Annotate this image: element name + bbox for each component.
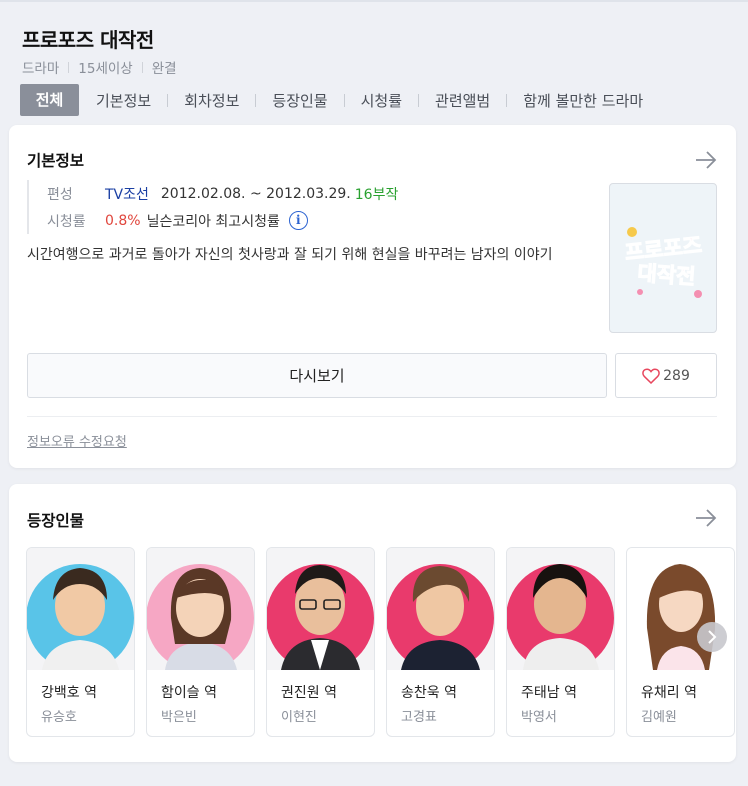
heart-icon (642, 368, 660, 384)
drama-description: 시간여행으로 과거로 돌아가 자신의 첫사랑과 잘 되기 위해 현실을 바꾸려는… (27, 247, 553, 263)
basic-info-arrow-icon[interactable] (694, 151, 718, 169)
report-error-link[interactable]: 정보오류 수정요청 (27, 431, 127, 450)
tab-similar-dramas[interactable]: 함께 볼만한 드라마 (523, 90, 643, 111)
tab-all[interactable]: 전체 (20, 84, 79, 116)
person-avatar-icon (387, 548, 494, 670)
tab-divider (418, 93, 420, 107)
person-avatar-icon (627, 548, 734, 670)
cast-photo (627, 548, 734, 670)
cast-item[interactable]: 송찬욱 역 고경표 (386, 547, 495, 737)
cast-photo (147, 548, 254, 670)
meta-divider (68, 61, 70, 73)
cast-card: 등장인물 강백호 역 유승호 함이슬 역 박은빈 권진원 역 이현진 송찬욱 역… (9, 484, 736, 762)
card-divider (27, 416, 717, 417)
chevron-right-icon (708, 630, 717, 644)
cast-role: 송찬욱 역 (401, 685, 457, 701)
cast-role: 유채리 역 (641, 685, 697, 701)
broadcast-label: 편성 (47, 186, 73, 203)
cast-list: 강백호 역 유승호 함이슬 역 박은빈 권진원 역 이현진 송찬욱 역 고경표 … (26, 547, 736, 737)
tab-ratings[interactable]: 시청률 (361, 90, 402, 111)
cast-actor: 고경표 (401, 710, 437, 725)
basic-info-card: 기본정보 편성 TV조선 2012.02.08. ~ 2012.03.29. 1… (9, 125, 736, 468)
tab-basic-info[interactable]: 기본정보 (96, 90, 151, 111)
basic-info-title: 기본정보 (27, 152, 85, 170)
cast-photo (507, 548, 614, 670)
person-avatar-icon (267, 548, 374, 670)
like-button[interactable]: 289 (615, 353, 717, 398)
next-button[interactable] (697, 622, 727, 652)
person-avatar-icon (27, 548, 134, 670)
tab-bar: 전체 기본정보 회차정보 등장인물 시청률 관련앨범 함께 볼만한 드라마 (20, 84, 643, 116)
person-avatar-icon (147, 548, 254, 670)
poster-image[interactable]: 프로포즈 대작전 (609, 183, 717, 333)
meta-status: 완결 (151, 61, 177, 77)
cast-role: 주태남 역 (521, 685, 577, 701)
cast-item[interactable]: 주태남 역 박영서 (506, 547, 615, 737)
tab-divider (167, 93, 169, 107)
tab-divider (343, 93, 345, 107)
drama-meta: 드라마 15세이상 완결 (22, 57, 177, 77)
meta-age-rating: 15세이상 (78, 61, 133, 77)
cast-photo (387, 548, 494, 670)
info-icon[interactable]: i (288, 211, 308, 230)
tab-divider (506, 93, 508, 107)
drama-header: 프로포즈 대작전 드라마 15세이상 완결 전체 기본정보 회차정보 등장인물 … (0, 2, 748, 118)
rating-value: 0.8% (105, 212, 141, 229)
cast-item[interactable]: 권진원 역 이현진 (266, 547, 375, 737)
meta-genre: 드라마 (22, 61, 60, 77)
tab-albums[interactable]: 관련앨범 (435, 90, 490, 111)
tab-episodes[interactable]: 회차정보 (184, 90, 239, 111)
cast-actor: 이현진 (281, 710, 317, 725)
episode-count: 16부작 (354, 186, 399, 203)
cast-arrow-icon[interactable] (694, 509, 718, 527)
poster-title-line2: 대작전 (637, 261, 697, 289)
cast-actor: 박영서 (521, 710, 557, 725)
rating-label: 시청률 (47, 213, 86, 230)
person-avatar-icon (507, 548, 614, 670)
cast-title: 등장인물 (27, 512, 85, 530)
rating-row: 시청률 0.8% 닐슨코리아 최고시청률 i (47, 207, 398, 234)
cast-role: 함이슬 역 (161, 685, 217, 701)
cast-actor: 김예원 (641, 710, 677, 725)
cast-photo (267, 548, 374, 670)
meta-divider (141, 61, 143, 73)
poster-title-line1: 프로포즈 (624, 233, 703, 265)
network-link[interactable]: TV조선 (105, 184, 149, 204)
cast-item[interactable]: 강백호 역 유승호 (26, 547, 135, 737)
cast-item[interactable]: 함이슬 역 박은빈 (146, 547, 255, 737)
poster-logo-icon: 프로포즈 대작전 (623, 227, 703, 298)
cast-photo (27, 548, 134, 670)
like-count: 289 (663, 367, 690, 384)
info-rows: 편성 TV조선 2012.02.08. ~ 2012.03.29. 16부작 시… (27, 180, 398, 234)
tab-divider (255, 93, 257, 107)
cast-actor: 유승호 (41, 710, 77, 725)
cast-role: 강백호 역 (41, 685, 97, 701)
broadcast-row: 편성 TV조선 2012.02.08. ~ 2012.03.29. 16부작 (47, 180, 398, 207)
cast-role: 권진원 역 (281, 685, 337, 701)
replay-button[interactable]: 다시보기 (27, 353, 607, 398)
page-title: 프로포즈 대작전 (22, 28, 154, 52)
tab-cast[interactable]: 등장인물 (272, 90, 327, 111)
broadcast-period: 2012.02.08. ~ 2012.03.29. (160, 185, 351, 202)
cast-actor: 박은빈 (161, 710, 197, 725)
rating-source: 닐슨코리아 최고시청률 (146, 213, 280, 230)
